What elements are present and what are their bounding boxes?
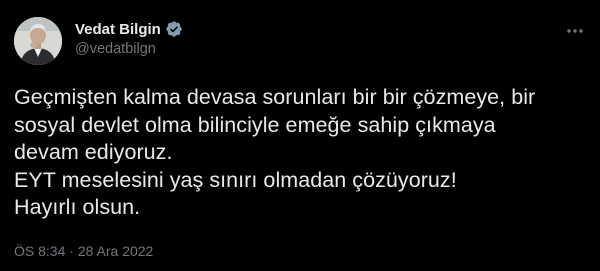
author-name-row: Vedat Bilgin (75, 19, 183, 39)
avatar[interactable] (14, 17, 62, 65)
tweet-card: Vedat Bilgin @vedatbilgn Geçmişten kalma… (0, 0, 600, 271)
meta-separator: · (65, 243, 78, 259)
tweet-time: ÖS 8:34 (14, 243, 66, 259)
tweet-text-line: EYT meselesini yaş sınırı olmadan çözüyo… (14, 167, 457, 192)
author-display-name[interactable]: Vedat Bilgin (75, 21, 161, 38)
profile-photo-icon (14, 17, 62, 65)
tweet-text: Geçmişten kalma devasa sorunları bir bir… (14, 84, 586, 222)
tweet-timestamp[interactable]: ÖS 8:34 · 28 Ara 2022 (14, 243, 153, 259)
tweet-text-line: sosyal devlet olma bilinciyle emeğe sahi… (14, 112, 496, 137)
tweet-text-line: devam ediyoruz. (14, 140, 173, 164)
verified-badge-icon (165, 20, 183, 38)
author-handle[interactable]: @vedatbilgn (75, 41, 156, 57)
tweet-date: 28 Ara 2022 (77, 243, 154, 259)
tweet-text-line: Geçmişten kalma devasa sorunları bir bir… (14, 85, 536, 109)
more-options-icon[interactable] (564, 22, 586, 40)
tweet-text-line: Hayırlı olsun. (14, 195, 141, 219)
